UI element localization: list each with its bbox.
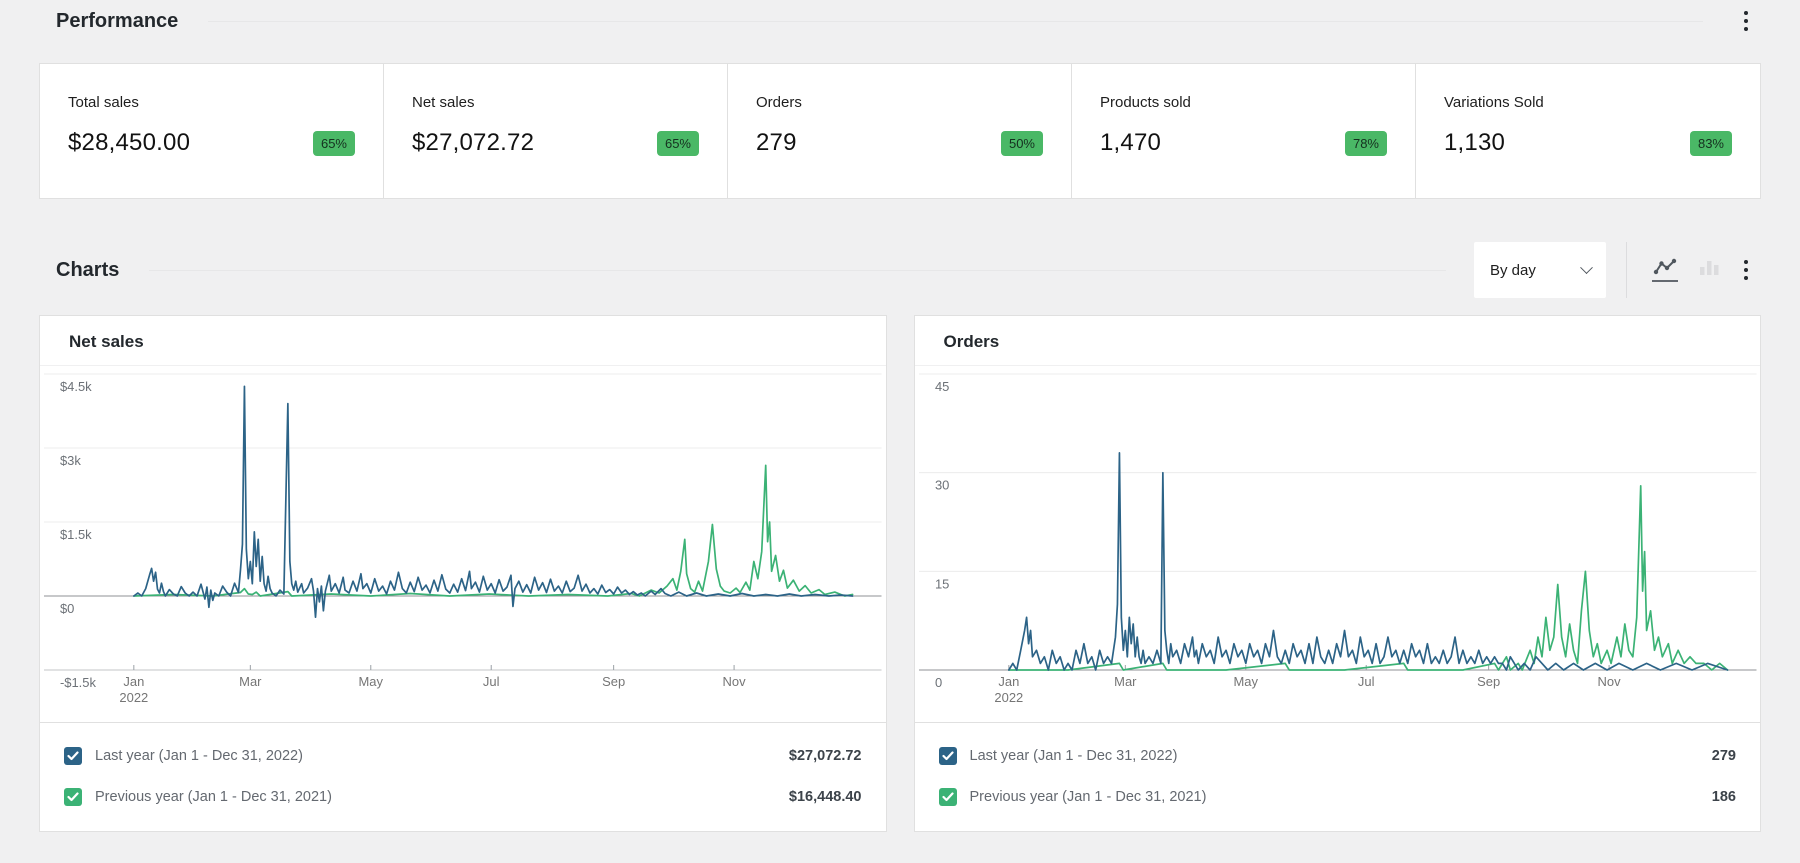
active-indicator — [1652, 280, 1678, 282]
summary-trend-badge: 50% — [1001, 131, 1043, 156]
header-divider — [149, 270, 1446, 271]
legend-series-label: Last year (Jan 1 - Dec 31, 2022) — [970, 748, 1712, 764]
orders-chart-canvas: 45 30 15 0 Jan2022 Mar May Jul Sep Nov — [915, 366, 1761, 722]
performance-kebab-menu-icon[interactable] — [1731, 4, 1761, 38]
net-sales-y-axis-label: $0 — [60, 601, 74, 616]
interval-select[interactable]: By day — [1474, 242, 1606, 298]
orders-x-axis-label: Sep — [1477, 674, 1500, 689]
net-sales-x-axis-label: Sep — [602, 674, 625, 689]
orders-y-axis-label: 30 — [934, 478, 948, 493]
orders-legend-item[interactable]: Last year (Jan 1 - Dec 31, 2022)279 — [939, 735, 1737, 776]
legend-checkbox-checked-icon[interactable] — [939, 747, 957, 765]
orders-y-axis-label: 0 — [934, 675, 941, 690]
summary-card-net-sales[interactable]: Net sales $27,072.72 65% — [384, 64, 728, 198]
summary-trend-badge: 65% — [657, 131, 699, 156]
line-chart-icon — [1653, 258, 1677, 276]
orders-x-axis-label: Mar — [1114, 674, 1137, 689]
net-sales-chart-plot[interactable]: $4.5k $3k $1.5k $0 -$1.5k Jan2022 Mar May Jul Sep… — [40, 366, 886, 722]
bar-chart-toggle-button[interactable] — [1687, 248, 1731, 292]
net-sales-y-axis-label: $4.5k — [60, 379, 92, 394]
orders-x-axis-year-label: 2022 — [994, 690, 1023, 705]
header-divider — [208, 21, 1703, 22]
summary-trend-badge: 83% — [1690, 131, 1732, 156]
summary-trend-badge: 78% — [1345, 131, 1387, 156]
orders-legend-item[interactable]: Previous year (Jan 1 - Dec 31, 2021)186 — [939, 776, 1737, 817]
net-sales-y-axis-label: -$1.5k — [60, 675, 97, 690]
net-sales-chart-legend: Last year (Jan 1 - Dec 31, 2022)$27,072.… — [40, 722, 886, 831]
summary-card-variations-sold[interactable]: Variations Sold 1,130 83% — [1416, 64, 1760, 198]
orders-chart-card: Orders 45 30 15 0 Jan2022 Mar May Jul Sep Nov Las… — [914, 315, 1762, 832]
summary-cards-row: Total sales $28,450.00 65% Net sales $27… — [39, 63, 1761, 199]
net-sales-chart-header: Net sales — [40, 316, 886, 366]
summary-label: Net sales — [412, 94, 699, 111]
summary-value: $27,072.72 — [412, 129, 534, 157]
summary-label: Total sales — [68, 94, 355, 111]
performance-title: Performance — [39, 10, 178, 33]
charts-kebab-menu-icon[interactable] — [1731, 253, 1761, 287]
orders-chart-legend: Last year (Jan 1 - Dec 31, 2022)279Previ… — [915, 722, 1761, 831]
summary-card-orders[interactable]: Orders 279 50% — [728, 64, 1072, 198]
interval-select-value: By day — [1490, 262, 1536, 279]
summary-value: $28,450.00 — [68, 129, 190, 157]
summary-label: Variations Sold — [1444, 94, 1732, 111]
net-sales-chart-canvas: $4.5k $3k $1.5k $0 -$1.5k Jan2022 Mar May Jul Sep… — [40, 366, 886, 722]
summary-value: 279 — [756, 129, 797, 157]
net-sales-y-axis-label: $1.5k — [60, 527, 92, 542]
toolbar-separator — [1626, 242, 1627, 298]
line-chart-toggle-button[interactable] — [1643, 248, 1687, 292]
orders-x-axis-label: Jan — [998, 674, 1019, 689]
net-sales-chart-title: Net sales — [69, 332, 144, 351]
net-sales-y-axis-label: $3k — [60, 453, 81, 468]
legend-checkbox-checked-icon[interactable] — [64, 788, 82, 806]
summary-card-products-sold[interactable]: Products sold 1,470 78% — [1072, 64, 1416, 198]
legend-series-total: 279 — [1712, 748, 1736, 764]
orders-chart-header: Orders — [915, 316, 1761, 366]
orders-y-axis-label: 45 — [934, 379, 948, 394]
net-sales-series-line — [134, 465, 853, 596]
orders-x-axis-label: May — [1233, 674, 1258, 689]
net-sales-legend-item[interactable]: Last year (Jan 1 - Dec 31, 2022)$27,072.… — [64, 735, 862, 776]
charts-title: Charts — [39, 259, 119, 282]
summary-trend-badge: 65% — [313, 131, 355, 156]
summary-card-total-sales[interactable]: Total sales $28,450.00 65% — [40, 64, 384, 198]
bar-chart-icon — [1697, 258, 1721, 276]
legend-checkbox-checked-icon[interactable] — [64, 747, 82, 765]
orders-y-axis-label: 15 — [934, 576, 948, 591]
net-sales-x-axis-label: Nov — [723, 674, 747, 689]
summary-label: Orders — [756, 94, 1043, 111]
orders-series-line — [1008, 486, 1727, 670]
orders-x-axis-label: Nov — [1597, 674, 1621, 689]
analytics-page: Performance Total sales $28,450.00 65% N… — [0, 2, 1800, 832]
net-sales-x-axis-label: Mar — [239, 674, 262, 689]
legend-checkbox-checked-icon[interactable] — [939, 788, 957, 806]
net-sales-x-axis-label: Jan — [123, 674, 144, 689]
orders-x-axis-label: Jul — [1357, 674, 1374, 689]
legend-series-total: $27,072.72 — [789, 748, 862, 764]
charts-section-header: Charts By day — [39, 241, 1761, 299]
net-sales-chart-card: Net sales $4.5k $3k $1.5k $0 -$1.5k Jan2022 Ma… — [39, 315, 887, 832]
legend-series-label: Previous year (Jan 1 - Dec 31, 2021) — [970, 789, 1712, 805]
summary-value: 1,130 — [1444, 129, 1505, 157]
legend-series-label: Previous year (Jan 1 - Dec 31, 2021) — [95, 789, 789, 805]
legend-series-total: 186 — [1712, 789, 1736, 805]
performance-section-header: Performance — [39, 2, 1761, 40]
chevron-down-icon — [1580, 261, 1593, 274]
charts-row: Net sales $4.5k$3k$1.5k$0-$1.5kJan2022Ma… — [39, 315, 1761, 832]
legend-series-total: $16,448.40 — [789, 789, 862, 805]
orders-chart-plot[interactable]: 45 30 15 0 Jan2022 Mar May Jul Sep Nov — [915, 366, 1761, 722]
net-sales-x-axis-year-label: 2022 — [119, 690, 148, 705]
orders-series-line — [1008, 453, 1727, 670]
net-sales-x-axis-label: May — [359, 674, 384, 689]
summary-value: 1,470 — [1100, 129, 1161, 157]
net-sales-series-line — [134, 386, 853, 617]
orders-chart-title: Orders — [944, 332, 1000, 351]
summary-label: Products sold — [1100, 94, 1387, 111]
net-sales-x-axis-label: Jul — [483, 674, 500, 689]
net-sales-legend-item[interactable]: Previous year (Jan 1 - Dec 31, 2021)$16,… — [64, 776, 862, 817]
legend-series-label: Last year (Jan 1 - Dec 31, 2022) — [95, 748, 789, 764]
